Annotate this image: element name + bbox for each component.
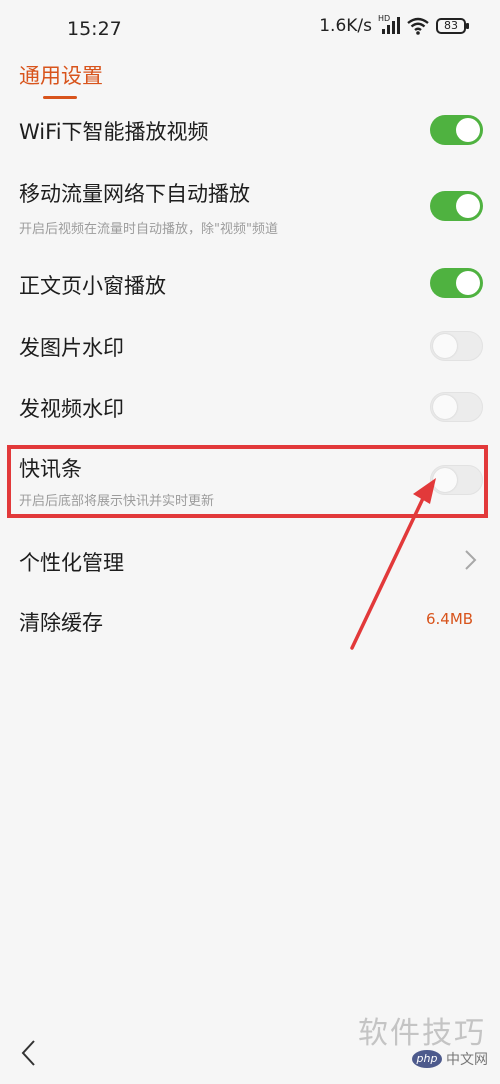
toggle-mobile-autoplay[interactable]	[430, 191, 483, 221]
setting-description: 开启后视频在流量时自动播放，除"视频"频道	[19, 222, 278, 237]
watermark-site: 中文网	[446, 1052, 488, 1068]
php-badge: php	[412, 1050, 442, 1068]
cache-size-value: 6.4MB	[426, 610, 474, 628]
battery-icon: 83	[436, 18, 469, 34]
watermark-logo: php 中文网	[412, 1049, 488, 1069]
setting-label: 移动流量网络下自动播放	[19, 182, 250, 206]
status-icons: 1.6K/s HD 83	[319, 14, 469, 36]
toggle-image-watermark[interactable]	[430, 331, 483, 361]
personalization-label: 个性化管理	[19, 551, 124, 575]
toggle-video-watermark[interactable]	[430, 392, 483, 422]
clear-cache-row[interactable]: 清除缓存	[0, 592, 500, 652]
signal-icon: HD	[378, 14, 400, 36]
hd-mark: HD	[378, 14, 391, 23]
setting-row-image-watermark[interactable]: 发图片水印	[0, 315, 500, 375]
setting-row-video-watermark[interactable]: 发视频水印	[0, 376, 500, 436]
annotation-highlight-box	[7, 445, 488, 518]
setting-row-mini-window[interactable]: 正文页小窗播放	[0, 253, 500, 313]
section-title: 通用设置	[19, 64, 103, 88]
section-title-underline	[43, 96, 77, 99]
setting-label: 正文页小窗播放	[19, 274, 166, 298]
back-arrow-icon[interactable]	[18, 1037, 38, 1069]
status-time: 15:27	[67, 18, 122, 40]
network-speed: 1.6K/s	[319, 16, 372, 36]
setting-label: 发视频水印	[19, 397, 124, 421]
wifi-icon	[407, 17, 429, 35]
chevron-right-icon	[465, 550, 477, 570]
toggle-wifi-autoplay[interactable]	[430, 115, 483, 145]
setting-label: 发图片水印	[19, 336, 124, 360]
personalization-row[interactable]: 个性化管理	[0, 530, 500, 590]
setting-row-mobile-autoplay[interactable]: 移动流量网络下自动播放 开启后视频在流量时自动播放，除"视频"频道	[0, 165, 500, 245]
clear-cache-label: 清除缓存	[19, 611, 103, 635]
toggle-mini-window[interactable]	[430, 268, 483, 298]
watermark-text: 软件技巧	[358, 1016, 486, 1051]
status-bar: 15:27 1.6K/s HD 83	[0, 0, 500, 60]
setting-label: WiFi下智能播放视频	[19, 120, 209, 144]
setting-row-wifi-autoplay[interactable]: WiFi下智能播放视频	[0, 100, 500, 160]
